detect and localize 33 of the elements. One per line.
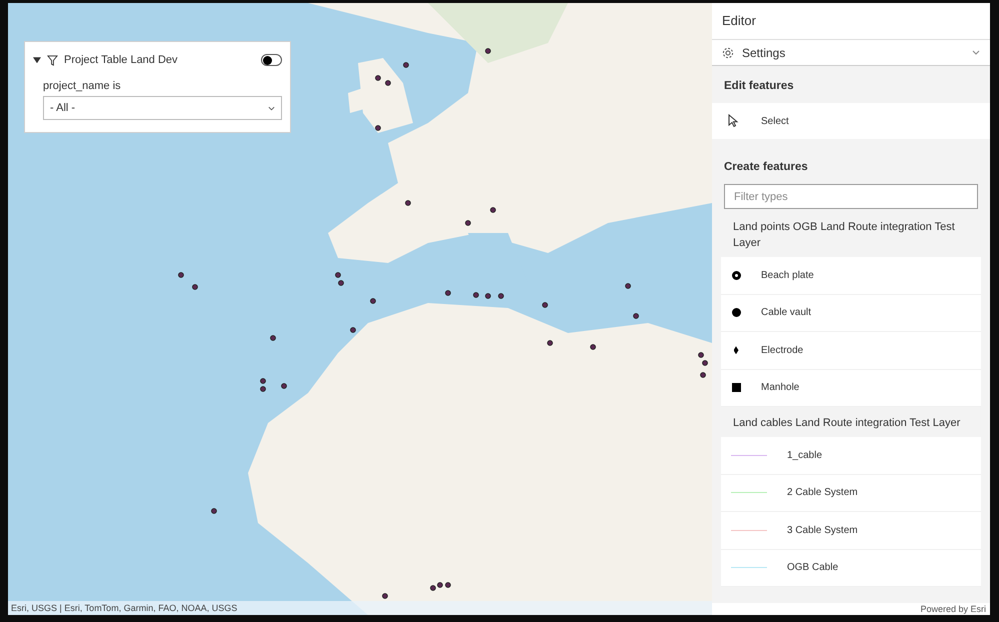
square-symbol-icon: [732, 383, 740, 392]
feature-template-item[interactable]: 3 Cable System: [721, 512, 981, 550]
map-view[interactable]: Project Table Land Dev project_name is - All - Esri, USGS | Esri, TomTom, Garmin, FAO, NOAA, USGS: [8, 3, 712, 615]
feature-template-item[interactable]: Manhole: [721, 370, 981, 407]
select-tool[interactable]: Select: [712, 103, 990, 140]
collapse-toggle-icon[interactable]: [33, 57, 41, 64]
feature-template-item[interactable]: Electrode: [721, 332, 981, 370]
field-label: project_name is: [43, 78, 122, 94]
feature-template-item[interactable]: Cable vault: [721, 294, 981, 332]
attribution-text: Esri, USGS | Esri, TomTom, Garmin, FAO, NOAA, USGS: [11, 604, 238, 612]
feature-template-item[interactable]: 2 Cable System: [721, 474, 981, 512]
layer-heading: Land cables Land Route integration Test Layer: [732, 416, 962, 431]
filter-types-field[interactable]: Filter types: [724, 184, 978, 209]
section-heading: Create features: [723, 160, 809, 176]
feature-template-item[interactable]: 1_cable: [721, 437, 981, 474]
filter-title: Project Table Land Dev: [64, 53, 179, 68]
chevron-down-icon: [268, 106, 275, 110]
filter-switch[interactable]: [261, 54, 282, 66]
settings-row[interactable]: Settings: [712, 40, 990, 66]
section-heading: Edit features: [723, 79, 795, 94]
filter-icon: [47, 54, 58, 66]
feature-template-item[interactable]: OGB Cable: [721, 550, 981, 587]
diamond-symbol-icon: [734, 346, 738, 354]
layer-heading: Land points OGB Land Route integration Test Layer: [732, 220, 956, 251]
project-select[interactable]: - All -: [43, 96, 282, 120]
chevron-down-icon: [972, 50, 980, 55]
feature-template-item[interactable]: Beach plate: [721, 257, 981, 294]
powered-by-text: Powered by Esri: [920, 604, 986, 614]
ring-symbol-icon: [732, 270, 740, 280]
cursor-icon: [728, 114, 739, 128]
settings-icon: [722, 46, 734, 58]
dot-symbol-icon: [732, 308, 740, 318]
editor-header: Editor: [712, 3, 990, 40]
